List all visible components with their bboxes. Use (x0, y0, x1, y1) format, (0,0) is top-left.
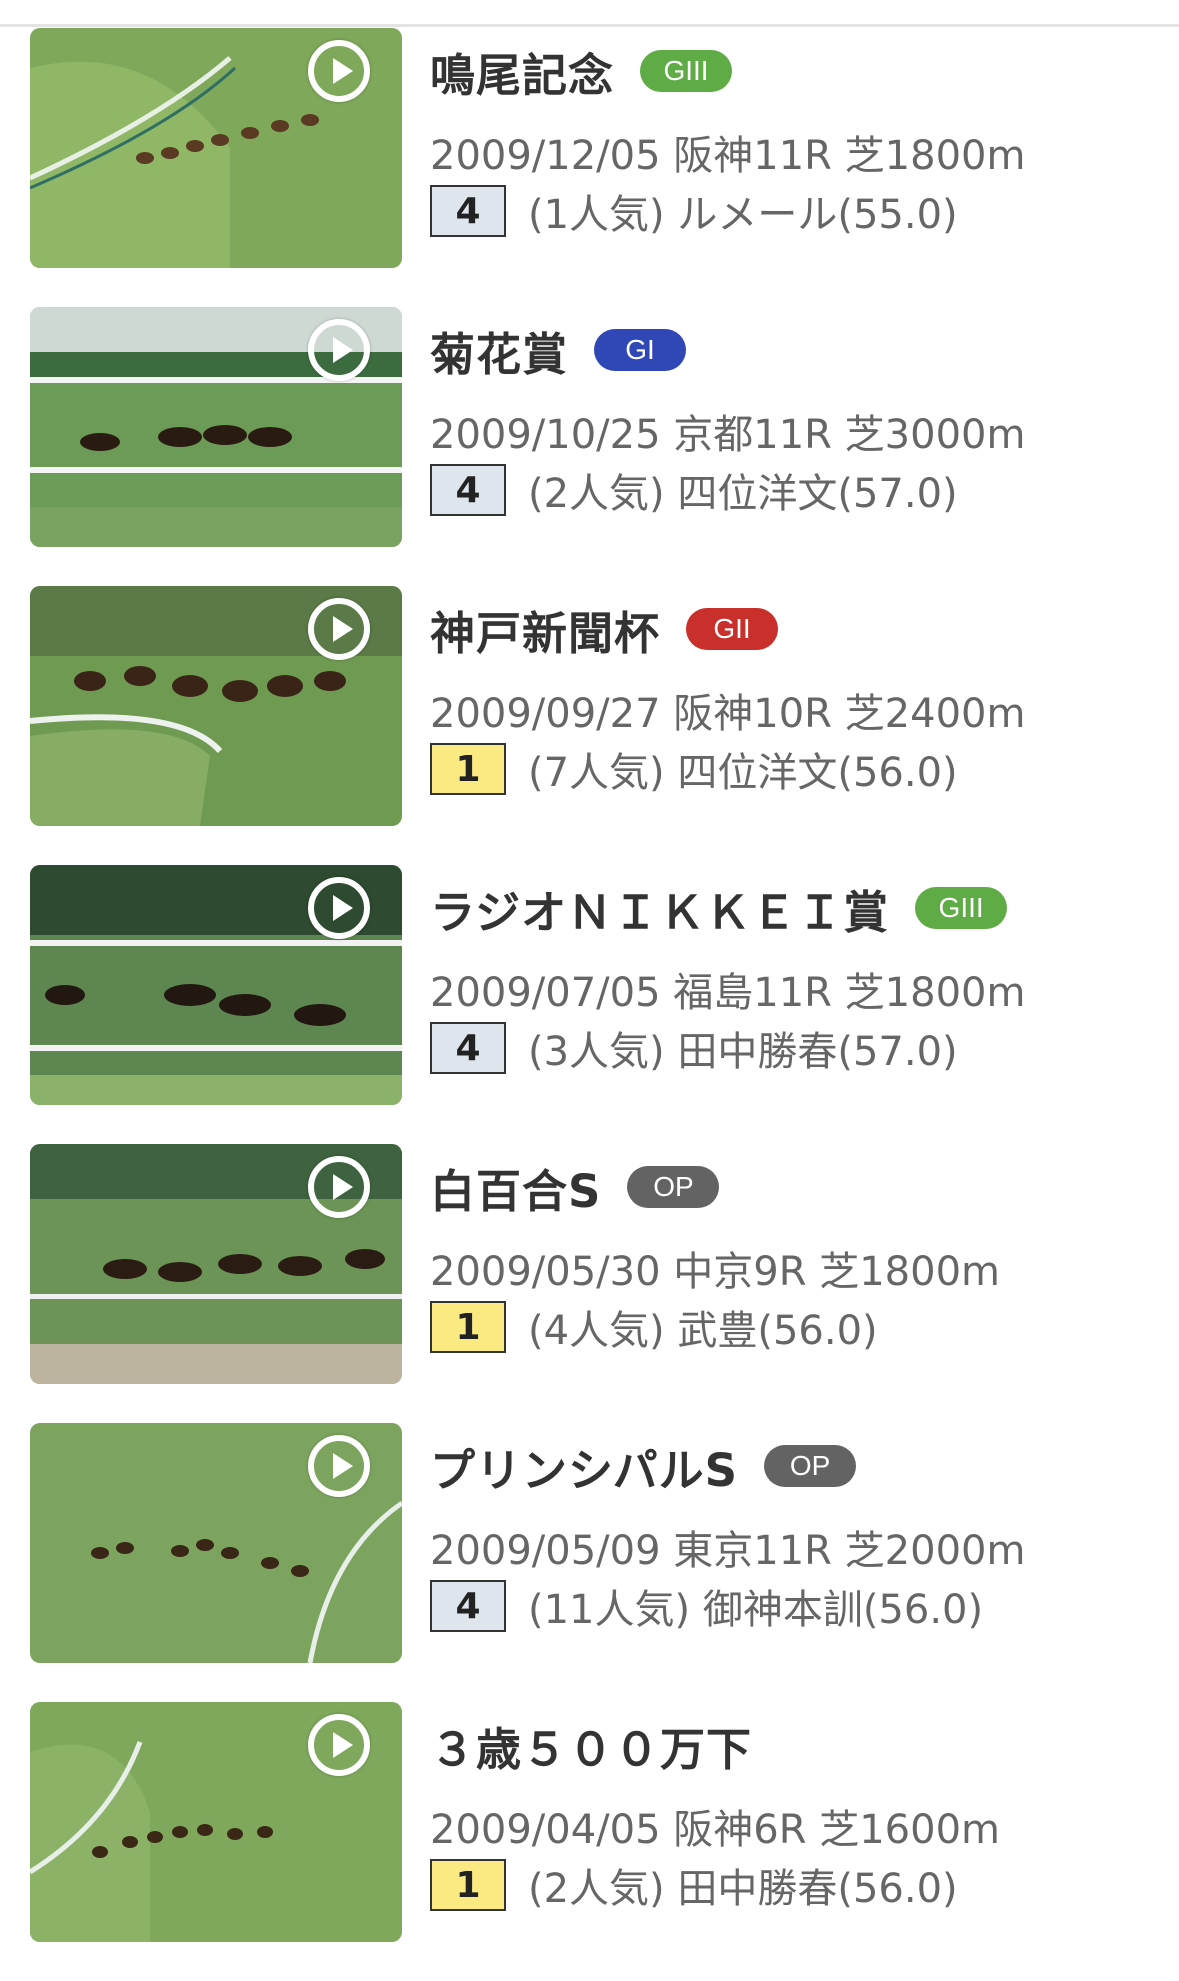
race-name: プリンシパルS (430, 1443, 739, 1497)
race-video-thumbnail[interactable] (30, 1423, 402, 1663)
finish-rank: 4 (430, 464, 506, 516)
race-video-thumbnail[interactable] (30, 307, 402, 547)
finish-rank: 4 (430, 1580, 506, 1632)
play-icon[interactable] (308, 319, 370, 381)
race-video-thumbnail[interactable] (30, 1144, 402, 1384)
play-icon[interactable] (308, 1156, 370, 1218)
race-info: 2009/12/05 阪神11R 芝1800m (430, 133, 1026, 179)
grade-badge: GII (686, 608, 779, 650)
play-icon[interactable] (308, 1435, 370, 1497)
race-item[interactable]: 白百合S OP 2009/05/30 中京9R 芝1800m 1 (4人気) 武… (0, 1144, 1179, 1423)
finish-rank: 1 (430, 1859, 506, 1911)
play-icon[interactable] (308, 877, 370, 939)
finish-rank: 1 (430, 743, 506, 795)
race-item[interactable]: 菊花賞 GI 2009/10/25 京都11R 芝3000m 4 (2人気) 四… (0, 307, 1179, 586)
play-icon[interactable] (308, 598, 370, 660)
race-item[interactable]: ３歳５００万下 2009/04/05 阪神6R 芝1600m 1 (2人気) 田… (0, 1702, 1179, 1981)
top-divider (0, 24, 1179, 27)
grade-badge: GIII (915, 887, 1008, 929)
race-name: ラジオＮＩＫＫＥＩ賞 (430, 885, 890, 939)
race-video-thumbnail[interactable] (30, 865, 402, 1105)
play-icon[interactable] (308, 1714, 370, 1776)
jockey-info: (4人気) 武豊(56.0) (528, 1308, 878, 1354)
jockey-info: (2人気) 四位洋文(57.0) (528, 471, 958, 517)
grade-badge: GI (594, 329, 687, 371)
grade-badge: OP (764, 1445, 857, 1487)
finish-rank: 4 (430, 185, 506, 237)
jockey-info: (1人気) ルメール(55.0) (528, 192, 958, 238)
race-name: 鳴尾記念 (430, 48, 615, 102)
race-info: 2009/05/09 東京11R 芝2000m (430, 1528, 1026, 1574)
race-name: 神戸新聞杯 (430, 606, 661, 660)
race-video-thumbnail[interactable] (30, 28, 402, 268)
play-icon[interactable] (308, 40, 370, 102)
race-item[interactable]: ラジオＮＩＫＫＥＩ賞 GIII 2009/07/05 福島11R 芝1800m … (0, 865, 1179, 1144)
race-name: ３歳５００万下 (430, 1722, 753, 1776)
grade-badge: OP (627, 1166, 720, 1208)
jockey-info: (3人気) 田中勝春(57.0) (528, 1029, 958, 1075)
race-info: 2009/05/30 中京9R 芝1800m (430, 1249, 1000, 1295)
jockey-info: (11人気) 御神本訓(56.0) (528, 1587, 984, 1633)
race-info: 2009/09/27 阪神10R 芝2400m (430, 691, 1026, 737)
race-video-thumbnail[interactable] (30, 1702, 402, 1942)
jockey-info: (2人気) 田中勝春(56.0) (528, 1866, 958, 1912)
grade-badge: GIII (640, 50, 733, 92)
race-info: 2009/10/25 京都11R 芝3000m (430, 412, 1026, 458)
race-info: 2009/07/05 福島11R 芝1800m (430, 970, 1026, 1016)
race-item[interactable]: プリンシパルS OP 2009/05/09 東京11R 芝2000m 4 (11… (0, 1423, 1179, 1702)
finish-rank: 1 (430, 1301, 506, 1353)
race-name: 菊花賞 (430, 327, 569, 381)
finish-rank: 4 (430, 1022, 506, 1074)
race-video-thumbnail[interactable] (30, 586, 402, 826)
race-info: 2009/04/05 阪神6R 芝1600m (430, 1807, 1000, 1853)
race-item[interactable]: 鳴尾記念 GIII 2009/12/05 阪神11R 芝1800m 4 (1人気… (0, 28, 1179, 307)
race-item[interactable]: 神戸新聞杯 GII 2009/09/27 阪神10R 芝2400m 1 (7人気… (0, 586, 1179, 865)
jockey-info: (7人気) 四位洋文(56.0) (528, 750, 958, 796)
race-history-list: 鳴尾記念 GIII 2009/12/05 阪神11R 芝1800m 4 (1人気… (0, 28, 1179, 1981)
race-name: 白百合S (430, 1164, 602, 1218)
